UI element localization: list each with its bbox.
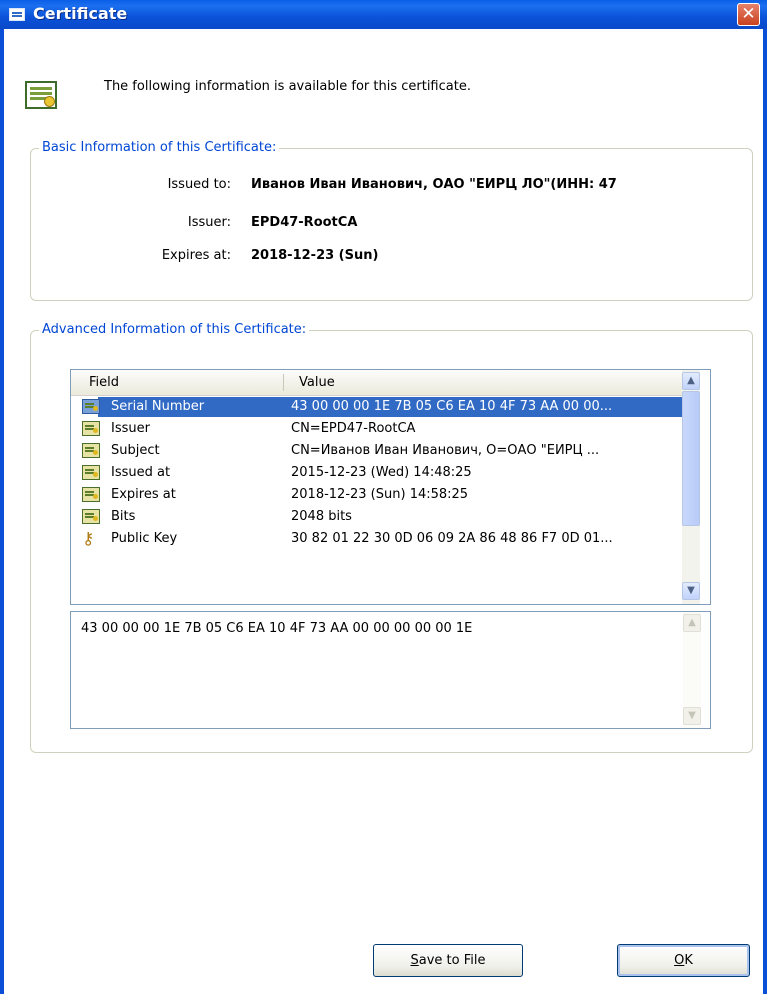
certificate-fields-list[interactable]: Field Value Serial Number 43 00 00 00 1E… xyxy=(70,369,711,605)
column-header-field[interactable]: Field xyxy=(89,375,119,390)
scroll-up-button[interactable]: ▲ xyxy=(682,372,700,390)
save-to-file-button[interactable]: Save to File xyxy=(373,944,523,977)
issued-to-label: Issued to: xyxy=(167,177,231,192)
certificate-field-icon xyxy=(82,465,100,480)
list-item[interactable]: Issued at 2015-12-23 (Wed) 14:48:25 xyxy=(71,462,682,484)
certificate-field-icon xyxy=(82,487,100,502)
row-value: 2048 bits xyxy=(291,509,352,524)
ok-mnemonic: O xyxy=(674,953,685,968)
column-header-value[interactable]: Value xyxy=(299,375,335,390)
list-item[interactable]: Issuer CN=EPD47-RootCA xyxy=(71,418,682,440)
ok-label-rest: K xyxy=(684,953,693,968)
field-detail-textbox[interactable]: 43 00 00 00 1E 7B 05 C6 EA 10 4F 73 AA 0… xyxy=(70,611,711,729)
scroll-thumb[interactable] xyxy=(682,391,700,526)
issuer-value: EPD47-RootCA xyxy=(251,215,358,230)
column-divider[interactable] xyxy=(283,374,284,391)
advanced-info-legend: Advanced Information of this Certificate… xyxy=(39,322,310,337)
row-field: Serial Number xyxy=(111,399,205,414)
row-value: 2018-12-23 (Sun) 14:58:25 xyxy=(291,487,469,502)
list-scrollbar[interactable]: ▲ ▼ xyxy=(682,370,700,604)
list-item[interactable]: Subject CN=Иванов Иван Иванович, O=ОАО "… xyxy=(71,440,682,462)
certificate-field-icon xyxy=(82,421,100,436)
certificate-field-icon xyxy=(82,399,100,414)
header-description: The following information is available f… xyxy=(104,79,471,94)
key-icon: ⚷ xyxy=(82,529,95,549)
window-frame-left xyxy=(0,29,4,994)
list-item[interactable]: ⚷ Public Key 30 82 01 22 30 0D 06 09 2A … xyxy=(71,528,682,550)
scroll-down-button[interactable]: ▼ xyxy=(682,582,700,600)
window-title: Certificate xyxy=(33,4,128,23)
row-value: 30 82 01 22 30 0D 06 09 2A 86 48 86 F7 0… xyxy=(291,531,613,546)
certificate-icon xyxy=(25,81,57,109)
row-field: Subject xyxy=(111,443,160,458)
basic-info-legend: Basic Information of this Certificate: xyxy=(39,140,280,155)
ok-button[interactable]: OK xyxy=(617,944,750,977)
save-label-rest: ave to File xyxy=(418,953,486,968)
scroll-up-button[interactable]: ▲ xyxy=(683,614,701,632)
issuer-label: Issuer: xyxy=(187,215,231,230)
row-value: CN=Иванов Иван Иванович, O=ОАО "ЕИРЦ ... xyxy=(291,443,600,458)
field-detail-text: 43 00 00 00 1E 7B 05 C6 EA 10 4F 73 AA 0… xyxy=(81,621,473,636)
scroll-down-button[interactable]: ▼ xyxy=(683,707,701,725)
row-field: Issuer xyxy=(111,421,150,436)
expires-label: Expires at: xyxy=(161,248,231,263)
row-field: Bits xyxy=(111,509,136,524)
close-button[interactable]: ✕ xyxy=(737,3,760,26)
issued-to-value: Иванов Иван Иванович, ОАО "ЕИРЦ ЛО"(ИНН:… xyxy=(251,177,617,192)
list-header: Field Value xyxy=(71,370,682,396)
basic-info-group: Basic Information of this Certificate: I… xyxy=(30,140,753,301)
window-frame-right xyxy=(763,29,767,994)
title-bar[interactable]: Certificate ✕ xyxy=(0,0,767,29)
save-mnemonic: S xyxy=(410,953,419,968)
row-field: Expires at xyxy=(111,487,176,502)
row-value: CN=EPD47-RootCA xyxy=(291,421,416,436)
expires-value: 2018-12-23 (Sun) xyxy=(251,248,379,263)
certificate-icon xyxy=(9,8,25,21)
row-field: Public Key xyxy=(111,531,178,546)
row-value: 2015-12-23 (Wed) 14:48:25 xyxy=(291,465,472,480)
detail-scrollbar[interactable]: ▲ ▼ xyxy=(683,612,701,728)
list-item[interactable]: Serial Number 43 00 00 00 1E 7B 05 C6 EA… xyxy=(71,396,683,418)
row-field: Issued at xyxy=(111,465,171,480)
row-value: 43 00 00 00 1E 7B 05 C6 EA 10 4F 73 AA 0… xyxy=(291,399,613,414)
certificate-field-icon xyxy=(82,443,100,458)
certificate-field-icon xyxy=(82,509,100,524)
list-item[interactable]: Bits 2048 bits xyxy=(71,506,682,528)
list-item[interactable]: Expires at 2018-12-23 (Sun) 14:58:25 xyxy=(71,484,682,506)
